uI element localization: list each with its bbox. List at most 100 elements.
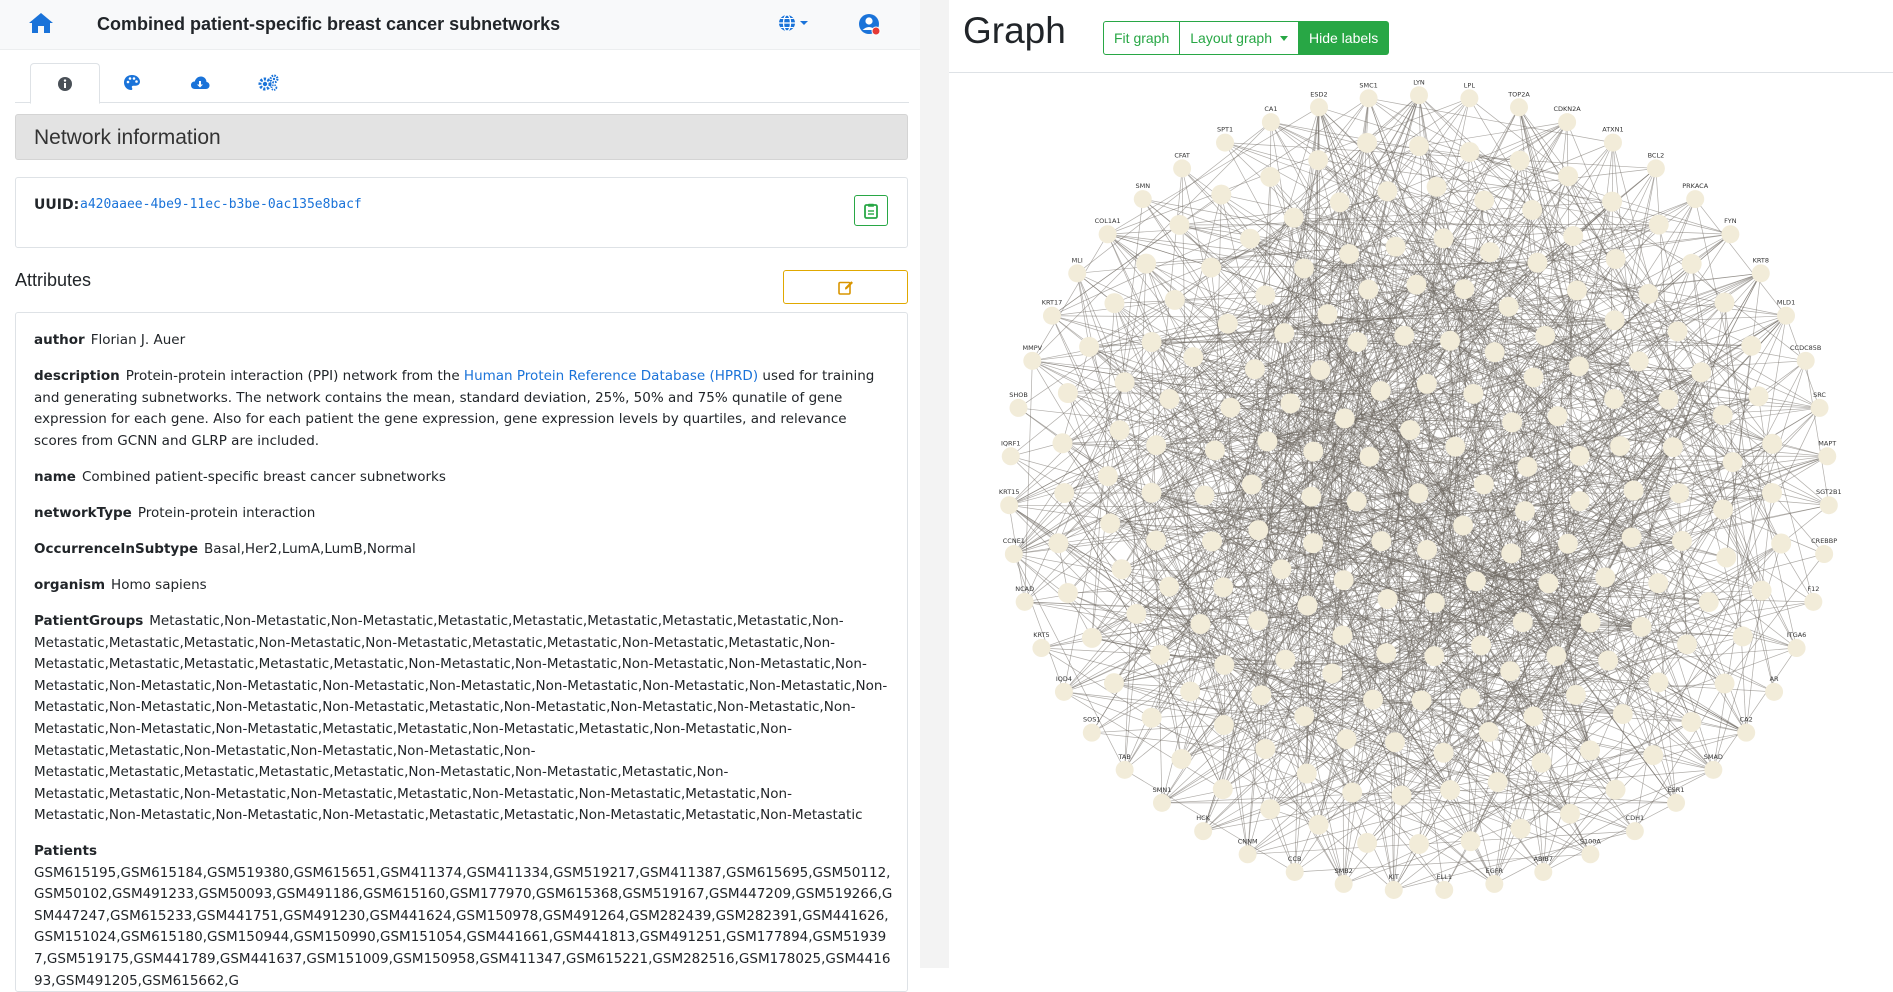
graph-node[interactable] (1173, 159, 1191, 177)
tab-settings[interactable] (234, 63, 302, 102)
graph-node[interactable] (1502, 412, 1522, 432)
graph-node[interactable] (1511, 819, 1531, 839)
graph-node[interactable] (1201, 257, 1221, 277)
graph-node[interactable] (1205, 440, 1225, 460)
graph-node[interactable] (1308, 150, 1328, 170)
graph-node[interactable] (1358, 280, 1378, 300)
graph-node[interactable] (1788, 639, 1806, 657)
graph-node[interactable] (1342, 783, 1362, 803)
graph-node[interactable] (1522, 200, 1542, 220)
graph-node[interactable] (1099, 225, 1117, 243)
graph-node[interactable] (1570, 491, 1590, 511)
graph-node[interactable] (1195, 485, 1215, 505)
graph-node[interactable] (1669, 483, 1689, 503)
graph-node[interactable] (1417, 374, 1437, 394)
graph-node[interactable] (1142, 483, 1162, 503)
graph-node[interactable] (1257, 431, 1277, 451)
graph-node[interactable] (1310, 98, 1328, 116)
graph-node[interactable] (1741, 336, 1761, 356)
graph-node[interactable] (1515, 501, 1535, 521)
graph-node[interactable] (1409, 483, 1429, 503)
graph-node[interactable] (1461, 831, 1481, 851)
graph-node[interactable] (1538, 573, 1558, 593)
graph-node[interactable] (1371, 381, 1391, 401)
graph-node[interactable] (1624, 481, 1644, 501)
graph-node[interactable] (1453, 515, 1473, 535)
graph-node[interactable] (1159, 577, 1179, 597)
graph-node[interactable] (1116, 761, 1134, 779)
uuid-value[interactable]: a420aaee-4be9-11ec-b3be-0ac135e8bacf (80, 197, 362, 212)
graph-node[interactable] (1318, 304, 1338, 324)
graph-node[interactable] (1142, 332, 1162, 352)
graph-node[interactable] (1347, 332, 1367, 352)
graph-node[interactable] (1765, 683, 1783, 701)
copy-uuid-button[interactable] (854, 195, 888, 226)
graph-node[interactable] (1255, 739, 1275, 759)
graph-node[interactable] (1334, 570, 1354, 590)
graph-node[interactable] (1274, 323, 1294, 343)
graph-canvas[interactable]: LYNLPLTOP2ACDKN2AATXN1BCL2PRKACAFYNKRT8M… (949, 72, 1893, 969)
graph-node[interactable] (1460, 142, 1480, 162)
graph-node[interactable] (1605, 310, 1625, 330)
graph-node[interactable] (1126, 604, 1146, 624)
graph-node[interactable] (1275, 650, 1295, 670)
graph-node[interactable] (1214, 715, 1234, 735)
graph-node[interactable] (1682, 254, 1702, 274)
graph-node[interactable] (1082, 628, 1102, 648)
graph-node[interactable] (1240, 229, 1260, 249)
graph-node[interactable] (1563, 226, 1583, 246)
graph-node[interactable] (1386, 237, 1406, 257)
graph-node[interactable] (1485, 875, 1503, 893)
graph-node[interactable] (1213, 779, 1233, 799)
graph-node[interactable] (1434, 228, 1454, 248)
graph-node[interactable] (1466, 571, 1486, 591)
graph-node[interactable] (1171, 749, 1191, 769)
graph-node[interactable] (1360, 89, 1378, 107)
graph-node[interactable] (1220, 398, 1240, 418)
graph-node[interactable] (1762, 434, 1782, 454)
graph-node[interactable] (1648, 573, 1668, 593)
graph-node[interactable] (1626, 822, 1644, 840)
graph-node[interactable] (1604, 389, 1624, 409)
graph-node[interactable] (1255, 285, 1275, 305)
graph-node[interactable] (1500, 661, 1520, 681)
graph-node[interactable] (1580, 740, 1600, 760)
graph-node[interactable] (1242, 475, 1262, 495)
graph-node[interactable] (1440, 331, 1460, 351)
graph-node[interactable] (1112, 559, 1132, 579)
graph-node[interactable] (1357, 833, 1377, 853)
graph-node[interactable] (1245, 359, 1265, 379)
graph-node[interactable] (1032, 639, 1050, 657)
graph-node[interactable] (1598, 650, 1618, 670)
graph-node[interactable] (1190, 614, 1210, 634)
graph-node[interactable] (1752, 264, 1770, 282)
graph-node[interactable] (1016, 593, 1034, 611)
graph-node[interactable] (1271, 559, 1291, 579)
graph-node[interactable] (1558, 113, 1576, 131)
graph-node[interactable] (1294, 258, 1314, 278)
graph-node[interactable] (1216, 134, 1234, 152)
graph-node[interactable] (1632, 617, 1652, 637)
graph-node[interactable] (1159, 389, 1179, 409)
graph-node[interactable] (1691, 362, 1711, 382)
graph-node[interactable] (1715, 673, 1735, 693)
graph-node[interactable] (1054, 483, 1074, 503)
graph-node[interactable] (1677, 634, 1697, 654)
graph-node[interactable] (1663, 437, 1683, 457)
graph-node[interactable] (1055, 683, 1073, 701)
graph-node[interactable] (1385, 732, 1405, 752)
graph-node[interactable] (1463, 384, 1483, 404)
graph-node[interactable] (1639, 284, 1659, 304)
graph-node[interactable] (1330, 192, 1350, 212)
graph-node[interactable] (1811, 399, 1829, 417)
home-icon[interactable] (28, 12, 54, 36)
graph-node[interactable] (1376, 643, 1396, 663)
tab-download[interactable] (166, 63, 234, 102)
graph-node[interactable] (1378, 589, 1398, 609)
graph-node[interactable] (1581, 612, 1601, 632)
graph-node[interactable] (1406, 275, 1426, 295)
graph-node[interactable] (1363, 690, 1383, 710)
graph-node[interactable] (1104, 293, 1124, 313)
graph-node[interactable] (1569, 356, 1589, 376)
graph-node[interactable] (1715, 293, 1735, 313)
